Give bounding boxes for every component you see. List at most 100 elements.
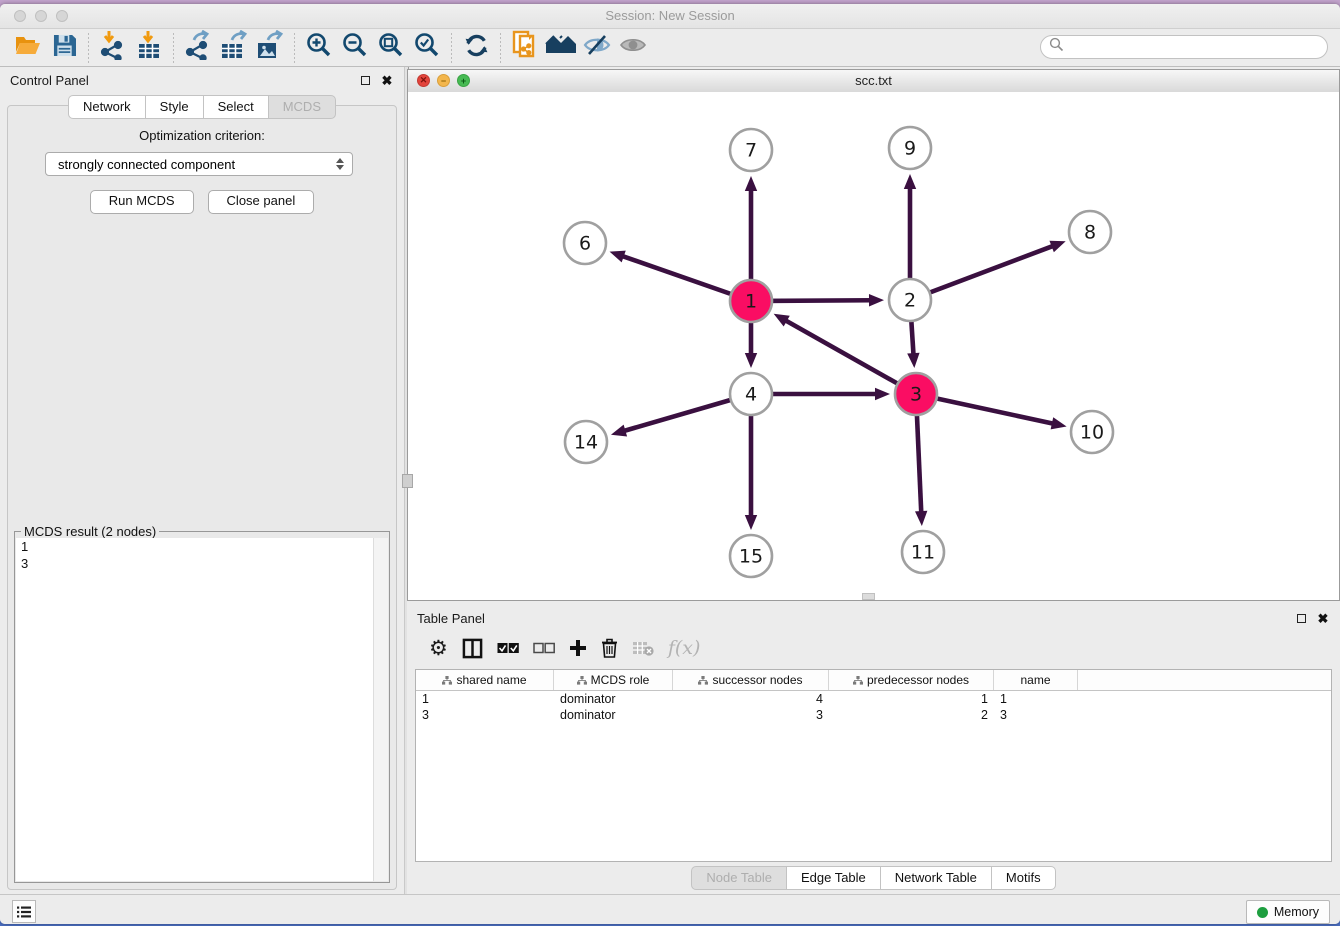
show-columns-button[interactable] [462, 638, 483, 659]
zoom-in-button[interactable] [301, 32, 337, 64]
save-floppy-icon [53, 34, 76, 62]
search-input[interactable] [1064, 37, 1327, 57]
column-label: successor nodes [712, 673, 802, 687]
network-search-box[interactable] [1040, 35, 1328, 59]
tab-style[interactable]: Style [145, 95, 203, 119]
table-header-row: shared name MCDS role successor nodes prede… [416, 670, 1331, 691]
column-tree-icon [698, 676, 708, 685]
edge-arrowhead [745, 353, 757, 368]
column-header-MCDS-role[interactable]: MCDS role [554, 670, 673, 690]
table-cell[interactable]: dominator [554, 708, 673, 722]
column-header-shared-name[interactable]: shared name [416, 670, 554, 690]
control-panel-title: Control Panel [10, 73, 89, 88]
table-cell[interactable]: 4 [673, 692, 829, 706]
float-panel-button[interactable] [358, 73, 372, 87]
result-scrollbar[interactable] [373, 538, 388, 881]
memory-button[interactable]: Memory [1246, 900, 1330, 924]
criterion-select[interactable]: strongly connected component [45, 152, 353, 176]
close-panel-button[interactable]: ✖ [380, 73, 394, 87]
table-panel-title: Table Panel [417, 611, 485, 626]
table-cell[interactable]: 2 [829, 708, 994, 722]
tab-network-table[interactable]: Network Table [880, 866, 991, 890]
float-table-panel-button[interactable] [1294, 611, 1308, 625]
column-header-name[interactable]: name [994, 670, 1078, 690]
table-cell[interactable]: 1 [994, 692, 1078, 706]
toolbar-divider [173, 33, 174, 63]
window-resize-grip[interactable] [862, 593, 875, 600]
home-button[interactable] [543, 32, 579, 64]
deselect-all-button[interactable] [533, 642, 555, 654]
close-table-panel-button[interactable]: ✖ [1316, 611, 1330, 625]
edge-arrowhead [907, 353, 919, 368]
export-image-button[interactable] [252, 32, 288, 64]
edge-arrowhead [1051, 417, 1067, 429]
delete-table-button[interactable] [632, 640, 654, 656]
edge-arrowhead [745, 515, 757, 530]
table-row[interactable]: 1dominator411 [416, 691, 1331, 707]
toolbar-divider [451, 33, 452, 63]
memory-status-icon [1257, 907, 1268, 918]
add-column-button[interactable] [569, 639, 587, 657]
column-header-predecessor-nodes[interactable]: predecessor nodes [829, 670, 994, 690]
zoom-selected-button[interactable] [409, 32, 445, 64]
tab-node-table[interactable]: Node Table [691, 866, 786, 890]
clone-network-button[interactable] [507, 32, 543, 64]
node-table[interactable]: shared name MCDS role successor nodes prede… [415, 669, 1332, 862]
save-session-button[interactable] [46, 32, 82, 64]
network-canvas[interactable]: 7968124314101511 [408, 92, 1339, 600]
table-row[interactable]: 3dominator323 [416, 707, 1331, 723]
select-all-button[interactable] [497, 642, 519, 654]
export-image-icon [256, 30, 284, 65]
hide-selected-button[interactable] [579, 32, 615, 64]
mcds-result-list[interactable]: 13 [16, 538, 388, 881]
edge-arrowhead [745, 176, 757, 191]
tab-network[interactable]: Network [68, 95, 145, 119]
run-mcds-button[interactable]: Run MCDS [90, 190, 194, 214]
import-network-button[interactable] [95, 32, 131, 64]
function-builder-button[interactable]: f(x) [668, 637, 701, 659]
table-settings-button[interactable]: ⚙ [429, 638, 448, 659]
graph-edge-2-8[interactable] [910, 245, 1054, 300]
refresh-view-button[interactable] [458, 32, 494, 64]
edge-arrowhead [875, 388, 890, 400]
edge-arrowhead [915, 511, 927, 526]
tab-mcds[interactable]: MCDS [268, 95, 336, 119]
criterion-value: strongly connected component [58, 157, 235, 172]
graph-edge-3-1[interactable] [784, 320, 916, 394]
zoom-out-button[interactable] [337, 32, 373, 64]
zoom-fit-button[interactable] [373, 32, 409, 64]
delete-column-button[interactable] [601, 638, 618, 658]
column-label: name [1020, 673, 1050, 687]
task-history-button[interactable] [12, 900, 36, 923]
zoom-fit-icon [378, 32, 404, 63]
session-title: Session: New Session [0, 8, 1340, 23]
close-mcds-panel-button[interactable]: Close panel [208, 190, 315, 214]
import-table-button[interactable] [131, 32, 167, 64]
float-icon [1297, 614, 1306, 623]
table-cell[interactable]: 1 [829, 692, 994, 706]
float-icon [361, 76, 370, 85]
tab-motifs[interactable]: Motifs [991, 866, 1056, 890]
close-icon: ✖ [1318, 612, 1329, 625]
table-cell[interactable]: 3 [416, 708, 554, 722]
column-label: MCDS role [591, 673, 650, 687]
graph-node-label: 11 [911, 542, 935, 564]
tab-edge-table[interactable]: Edge Table [786, 866, 880, 890]
table-cell[interactable]: dominator [554, 692, 673, 706]
graph-node-label: 1 [745, 291, 757, 313]
table-cell[interactable]: 3 [673, 708, 829, 722]
table-cell[interactable]: 3 [994, 708, 1078, 722]
show-all-button[interactable] [615, 32, 651, 64]
tab-select[interactable]: Select [203, 95, 268, 119]
export-table-button[interactable] [216, 32, 252, 64]
trash-icon [601, 638, 618, 658]
clone-network-icon [512, 30, 538, 65]
table-cell[interactable]: 1 [416, 692, 554, 706]
column-header-successor-nodes[interactable]: successor nodes [673, 670, 829, 690]
toolbar-divider [500, 33, 501, 63]
splitter-grip[interactable] [402, 474, 413, 488]
table-panel: Table Panel ✖ ⚙ f(x) [407, 601, 1340, 894]
export-network-button[interactable] [180, 32, 216, 64]
open-session-button[interactable] [10, 32, 46, 64]
edge-arrowhead [611, 425, 627, 437]
